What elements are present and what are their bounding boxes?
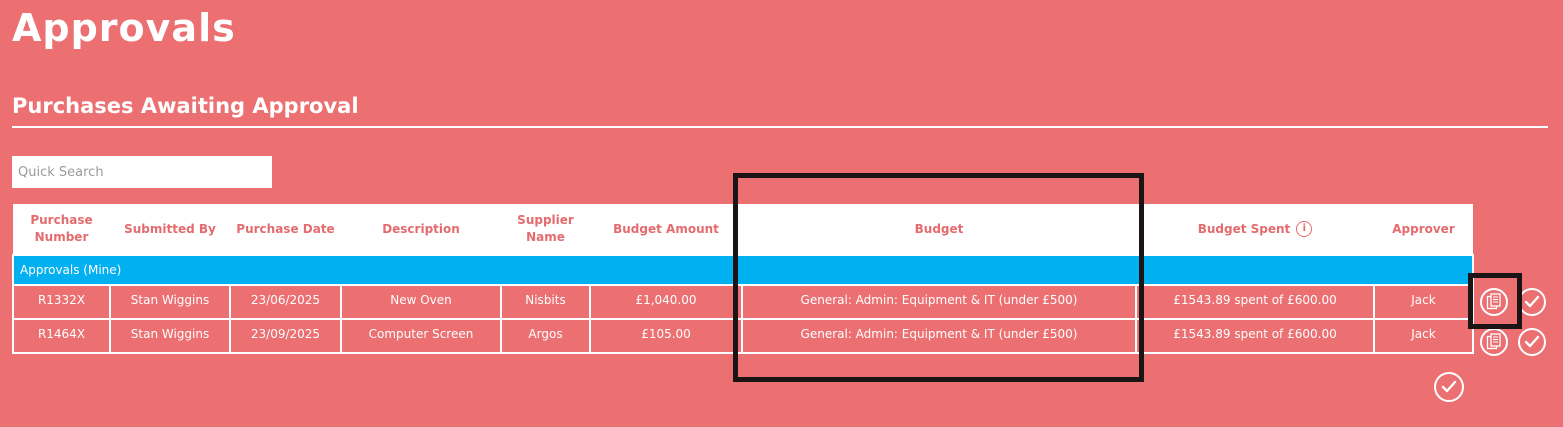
- table-row[interactable]: R1464X Stan Wiggins 23/09/2025 Computer …: [12, 318, 1474, 354]
- cell-budget: General: Admin: Equipment & IT (under £5…: [741, 284, 1137, 320]
- document-icon[interactable]: [1480, 288, 1508, 316]
- cell-budget-spent: £1543.89 spent of £600.00: [1135, 318, 1375, 354]
- document-icon-glyph: [1486, 333, 1501, 350]
- header-budget-spent-label: Budget Spent: [1197, 221, 1291, 236]
- header-approver[interactable]: Approver: [1374, 204, 1473, 255]
- cell-approver: Jack: [1373, 318, 1474, 354]
- cell-budget: General: Admin: Equipment & IT (under £5…: [741, 318, 1137, 354]
- table-header-row: Purchase Number Submitted By Purchase Da…: [13, 204, 1473, 255]
- cell-purchase-number: R1332X: [12, 284, 111, 320]
- checkmark-icon: [1524, 295, 1540, 308]
- approve-all-checkmark-icon[interactable]: [1434, 372, 1464, 402]
- cell-supplier-name: Argos: [500, 318, 591, 354]
- table-row[interactable]: R1332X Stan Wiggins 23/06/2025 New Oven …: [12, 284, 1474, 320]
- header-supplier-name[interactable]: Supplier Name: [501, 204, 590, 255]
- cell-submitted-by: Stan Wiggins: [109, 284, 231, 320]
- header-submitted-by[interactable]: Submitted By: [110, 204, 230, 255]
- page-title: Approvals: [12, 6, 236, 50]
- section-divider: [12, 126, 1548, 128]
- approve-checkmark-icon[interactable]: [1518, 328, 1546, 356]
- cell-approver: Jack: [1373, 284, 1474, 320]
- cell-purchase-date: 23/06/2025: [229, 284, 342, 320]
- cell-budget-amount: £1,040.00: [589, 284, 743, 320]
- cell-description: Computer Screen: [340, 318, 502, 354]
- header-budget-spent[interactable]: Budget Spent i: [1136, 204, 1374, 255]
- document-icon-glyph: [1486, 293, 1501, 310]
- cell-submitted-by: Stan Wiggins: [109, 318, 231, 354]
- approvals-table: Purchase Number Submitted By Purchase Da…: [12, 204, 1474, 354]
- header-purchase-number[interactable]: Purchase Number: [13, 204, 110, 255]
- cell-supplier-name: Nisbits: [500, 284, 591, 320]
- cell-budget-amount: £105.00: [589, 318, 743, 354]
- group-label: Approvals (Mine): [12, 254, 1474, 286]
- section-title: Purchases Awaiting Approval: [12, 94, 359, 118]
- info-icon[interactable]: i: [1296, 221, 1313, 237]
- header-purchase-date[interactable]: Purchase Date: [230, 204, 341, 255]
- cell-purchase-date: 23/09/2025: [229, 318, 342, 354]
- checkmark-icon: [1524, 335, 1540, 348]
- cell-description: New Oven: [340, 284, 502, 320]
- approve-checkmark-icon[interactable]: [1518, 288, 1546, 316]
- checkmark-icon: [1441, 380, 1457, 393]
- document-icon[interactable]: [1480, 328, 1508, 356]
- cell-purchase-number: R1464X: [12, 318, 111, 354]
- quick-search-input[interactable]: [12, 156, 272, 188]
- header-budget-amount[interactable]: Budget Amount: [590, 204, 742, 255]
- header-description[interactable]: Description: [341, 204, 501, 255]
- cell-budget-spent: £1543.89 spent of £600.00: [1135, 284, 1375, 320]
- group-row: Approvals (Mine): [12, 254, 1474, 286]
- header-budget[interactable]: Budget: [742, 204, 1136, 255]
